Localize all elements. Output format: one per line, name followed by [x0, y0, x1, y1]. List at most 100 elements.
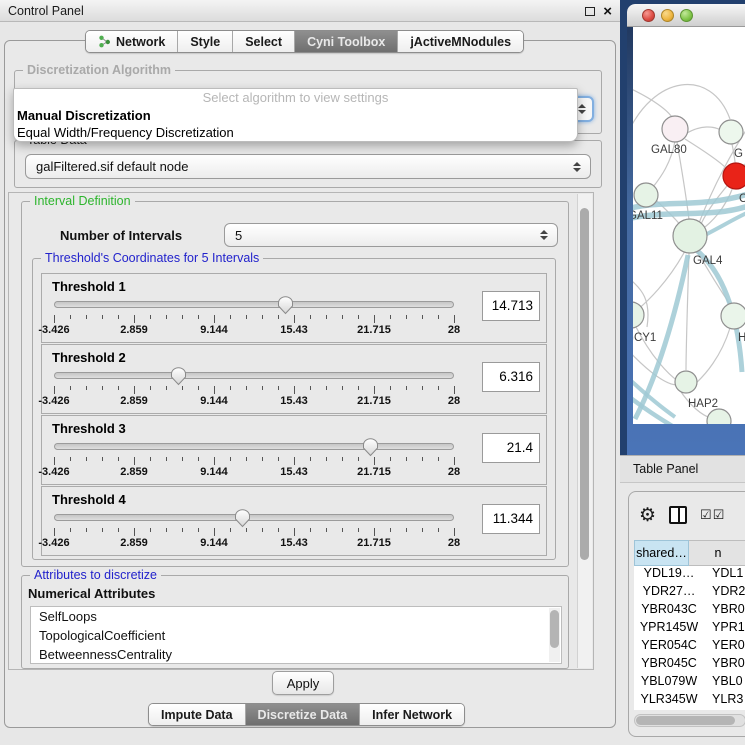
tick-label: 15.43 [280, 466, 308, 478]
threshold-label: Threshold 1 [52, 279, 126, 294]
attribute-item[interactable]: SelfLoops [31, 607, 561, 626]
node-c[interactable] [723, 163, 745, 189]
node-gal11[interactable] [634, 183, 658, 207]
select-columns-icon[interactable]: ☑☑ [700, 507, 725, 523]
cell-shared-name: YBL079W [634, 674, 704, 692]
table-row[interactable]: YLR345WYLR3 [634, 692, 745, 710]
tick-label: 28 [448, 324, 460, 336]
zoom-button[interactable] [680, 9, 693, 22]
table-row[interactable]: YBR043CYBR0 [634, 602, 745, 620]
threshold-slider[interactable] [54, 514, 454, 521]
tick-label: 21.715 [357, 395, 391, 407]
tab-style[interactable]: Style [178, 31, 233, 52]
numerical-attributes-list[interactable]: SelfLoopsTopologicalCoefficientBetweenne… [30, 606, 562, 664]
attribute-item[interactable]: BetweennessCentrality [31, 645, 561, 664]
tick-mark [70, 528, 71, 532]
network-window-titlebar[interactable] [627, 4, 745, 27]
node-table[interactable]: shared… n YDL19…YDL1YDR27…YDR2YBR043CYBR… [634, 540, 745, 710]
node-label: C [739, 193, 745, 205]
tab-select[interactable]: Select [233, 31, 295, 52]
column-header-name[interactable]: n [689, 540, 745, 566]
apply-button[interactable]: Apply [272, 671, 334, 695]
number-of-intervals-value: 5 [235, 228, 242, 243]
tab-discretize-data[interactable]: Discretize Data [246, 704, 361, 725]
tab-jactivemnodules[interactable]: jActiveMNodules [398, 31, 523, 52]
tick-mark [454, 386, 455, 394]
table-row[interactable]: YBR045CYBR0 [634, 656, 745, 674]
chevron-updown-icon [573, 162, 581, 172]
dropdown-item-equal-width-frequency[interactable]: Equal Width/Frequency Discretization [14, 124, 577, 141]
minimize-button[interactable] [661, 9, 674, 22]
node-h[interactable] [721, 303, 745, 329]
table-row[interactable]: YDR27…YDR2 [634, 584, 745, 602]
tick-mark [358, 386, 359, 390]
tick-label: -3.426 [38, 466, 69, 478]
table-row[interactable]: YPR145WYPR1 [634, 620, 745, 638]
tab-network[interactable]: Network [86, 31, 178, 52]
attribute-item[interactable]: TopologicalCoefficient [31, 626, 561, 645]
cell-shared-name: YER054C [634, 638, 704, 656]
node-partial[interactable] [707, 409, 731, 424]
node-hap2[interactable] [675, 371, 697, 393]
tick-mark [150, 528, 151, 532]
tick-mark [374, 386, 375, 394]
table-row[interactable]: YBL079WYBL0 [634, 674, 745, 692]
table-data-combo[interactable]: galFiltered.sif default node [25, 154, 591, 179]
threshold-value-field[interactable]: 21.4 [482, 433, 540, 463]
tick-mark [358, 315, 359, 319]
number-of-intervals-combo[interactable]: 5 [224, 223, 558, 247]
tick-mark [134, 457, 135, 465]
tick-mark [262, 315, 263, 319]
table-row[interactable]: YER054CYER0 [634, 638, 745, 656]
tab-label: Network [116, 35, 165, 49]
tick-mark [118, 315, 119, 319]
tick-mark [102, 315, 103, 319]
dropdown-item-manual-discretization[interactable]: Manual Discretization [14, 107, 577, 124]
threshold-label: Threshold 4 [52, 492, 126, 507]
settings-scroll-area: Interval Definition Number of Intervals … [8, 192, 594, 670]
tab-cyni-toolbox[interactable]: Cyni Toolbox [295, 31, 398, 52]
table-hscrollbar[interactable] [634, 714, 745, 727]
tick-mark [406, 315, 407, 319]
tick-label: 28 [448, 466, 460, 478]
split-view-icon[interactable] [669, 506, 687, 524]
slider-thumb[interactable] [170, 367, 187, 386]
attributes-scrollbar[interactable] [549, 608, 560, 662]
close-icon[interactable]: × [603, 4, 612, 19]
threshold-value-field[interactable]: 6.316 [482, 362, 540, 392]
threshold-slider[interactable] [54, 443, 454, 450]
thresholds-fieldset: Threshold's Coordinates for 5 Intervals … [32, 258, 556, 560]
tab-infer-network[interactable]: Infer Network [360, 704, 464, 725]
table-panel-title: Table Panel [633, 462, 698, 476]
tick-mark [166, 528, 167, 532]
threshold-slider[interactable] [54, 372, 454, 379]
slider-thumb[interactable] [362, 438, 379, 457]
gear-icon[interactable]: ⚙ [639, 506, 656, 525]
tick-mark [374, 315, 375, 323]
chevron-updown-icon [578, 104, 586, 114]
settings-scrollbar[interactable] [577, 194, 592, 668]
threshold-value-field[interactable]: 11.344 [482, 504, 540, 534]
tick-mark [294, 528, 295, 536]
threshold-value-field[interactable]: 14.713 [482, 291, 540, 321]
tab-label: Discretize Data [258, 708, 348, 722]
close-button[interactable] [642, 9, 655, 22]
table-row[interactable]: YDL19…YDL1 [634, 566, 745, 584]
cell-shared-name: YBR045C [634, 656, 704, 674]
tab-impute-data[interactable]: Impute Data [149, 704, 246, 725]
tick-mark [406, 528, 407, 532]
tick-label: 15.43 [280, 537, 308, 549]
node-g[interactable] [719, 120, 743, 144]
slider-thumb[interactable] [234, 509, 251, 528]
node-gal4[interactable] [673, 219, 707, 253]
network-view-window[interactable]: GAL80GCGAL11GAL4GCY1HHAP2 [627, 4, 745, 455]
column-header-shared-name[interactable]: shared… [634, 540, 689, 566]
cell-shared-name: YDR27… [634, 584, 704, 602]
tick-label: 21.715 [357, 324, 391, 336]
threshold-slider[interactable] [54, 301, 454, 308]
node-gal80[interactable] [662, 116, 688, 142]
slider-thumb[interactable] [277, 296, 294, 315]
network-canvas[interactable]: GAL80GCGAL11GAL4GCY1HHAP2 [633, 27, 745, 424]
tick-mark [326, 315, 327, 319]
float-window-icon[interactable] [585, 7, 595, 16]
